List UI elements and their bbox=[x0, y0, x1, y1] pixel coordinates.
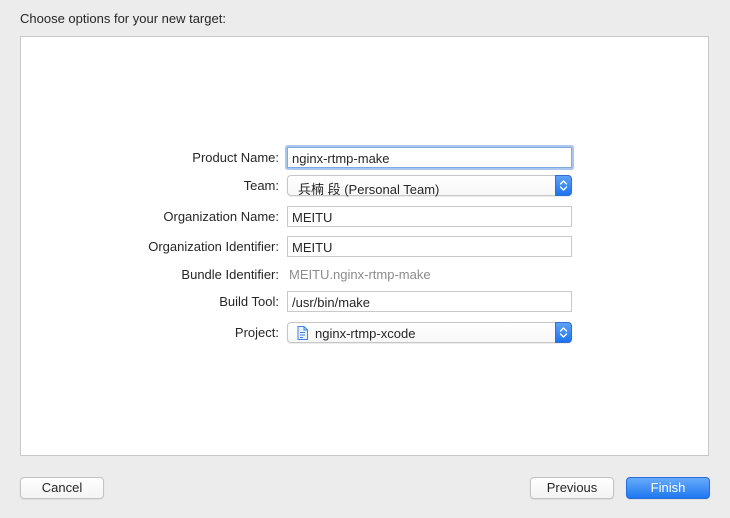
build-tool-row: Build Tool: /usr/bin/make bbox=[21, 291, 710, 313]
project-row: Project: nginx-rtmp-xcode bbox=[21, 322, 710, 344]
organization-name-label: Organization Name: bbox=[163, 209, 279, 224]
organization-name-row: Organization Name: MEITU bbox=[21, 206, 710, 228]
sheet-title: Choose options for your new target: bbox=[20, 11, 226, 26]
project-label: Project: bbox=[234, 325, 279, 340]
team-value: 兵楠 段 (Personal Team) bbox=[298, 182, 440, 197]
bundle-identifier-label: Bundle Identifier: bbox=[181, 267, 279, 282]
project-popup[interactable]: nginx-rtmp-xcode bbox=[287, 322, 572, 343]
finish-button[interactable]: Finish bbox=[626, 477, 710, 499]
project-popup-stepper-icon[interactable] bbox=[555, 322, 572, 343]
product-name-row: Product Name: nginx-rtmp-make bbox=[21, 147, 710, 169]
organization-identifier-row: Organization Identifier: MEITU bbox=[21, 236, 710, 258]
build-tool-input[interactable]: /usr/bin/make bbox=[287, 291, 572, 312]
product-name-label: Product Name: bbox=[192, 150, 279, 165]
cancel-button[interactable]: Cancel bbox=[20, 477, 104, 499]
project-value: nginx-rtmp-xcode bbox=[315, 326, 416, 341]
organization-name-input[interactable]: MEITU bbox=[287, 206, 572, 227]
bundle-identifier-value: MEITU.nginx-rtmp-make bbox=[289, 267, 431, 282]
team-popup[interactable]: 兵楠 段 (Personal Team) bbox=[287, 175, 572, 197]
options-panel: Product Name: nginx-rtmp-make Team: 兵楠 段… bbox=[20, 36, 709, 456]
team-label: Team: bbox=[243, 178, 279, 193]
product-name-input[interactable]: nginx-rtmp-make bbox=[287, 147, 572, 168]
organization-identifier-label: Organization Identifier: bbox=[148, 239, 279, 254]
previous-button[interactable]: Previous bbox=[530, 477, 614, 499]
team-popup-stepper-icon[interactable] bbox=[555, 175, 572, 196]
new-target-sheet: Choose options for your new target: Prod… bbox=[0, 0, 730, 518]
project-file-icon bbox=[297, 326, 308, 343]
organization-identifier-input[interactable]: MEITU bbox=[287, 236, 572, 257]
team-row: Team: 兵楠 段 (Personal Team) bbox=[21, 175, 710, 197]
build-tool-label: Build Tool: bbox=[219, 294, 279, 309]
bundle-identifier-row: Bundle Identifier: MEITU.nginx-rtmp-make bbox=[21, 264, 710, 286]
